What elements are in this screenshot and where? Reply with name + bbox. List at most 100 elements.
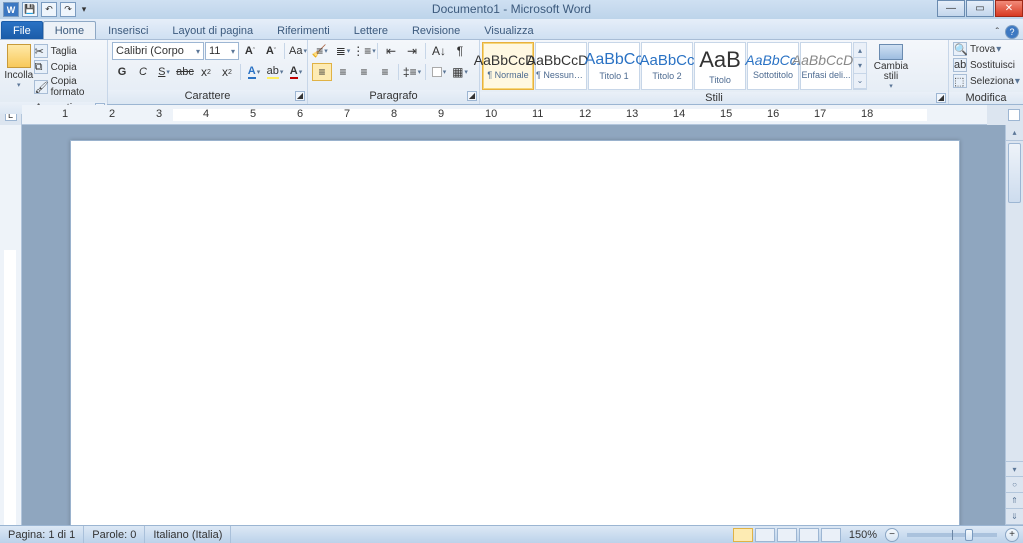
superscript-button[interactable]: x2 <box>217 63 237 81</box>
scissors-icon: ✂ <box>34 44 48 58</box>
sort-button[interactable]: A↓ <box>429 42 449 60</box>
style-titolo2[interactable]: AaBbCcTitolo 2 <box>641 42 693 90</box>
zoom-out-button[interactable]: − <box>885 528 899 542</box>
highlight-button[interactable]: ab▾ <box>265 63 285 81</box>
zoom-in-button[interactable]: + <box>1005 528 1019 542</box>
prev-page-icon[interactable]: ⇑ <box>1006 493 1023 509</box>
tab-inserisci[interactable]: Inserisci <box>96 21 160 39</box>
line-spacing-button[interactable]: ‡≡▾ <box>402 63 422 81</box>
ribbon-tabs: File Home Inserisci Layout di pagina Rif… <box>0 19 1023 39</box>
style-titolo1[interactable]: AaBbCcTitolo 1 <box>588 42 640 90</box>
minimize-ribbon-icon[interactable]: ˆ <box>996 27 999 38</box>
font-color-button[interactable]: A▾ <box>286 63 306 81</box>
bullets-button[interactable]: ≡▾ <box>312 42 332 60</box>
maximize-button[interactable]: ▭ <box>966 0 994 17</box>
strikethrough-button[interactable]: abc <box>175 63 195 81</box>
styles-gallery-scroll[interactable]: ▴▾⌄ <box>853 42 867 90</box>
tab-home[interactable]: Home <box>43 21 96 39</box>
view-full-screen-button[interactable] <box>755 528 775 542</box>
text-effects-button[interactable]: A▾ <box>244 63 264 81</box>
shading-button[interactable]: ▾ <box>429 63 449 81</box>
grow-font-button[interactable]: Aˆ <box>240 42 260 60</box>
replace-label: Sostituisci <box>970 60 1015 71</box>
document-viewport[interactable]: ▴ ▾ ○ ⇑ ⇓ <box>22 125 1023 525</box>
save-icon[interactable]: 💾 <box>22 2 38 17</box>
numbering-button[interactable]: ≣▾ <box>333 42 353 60</box>
subscript-button[interactable]: x2 <box>196 63 216 81</box>
style-titolo[interactable]: AaBTitolo <box>694 42 746 90</box>
ribbon-home: Incolla ▾ ✂Taglia ⧉Copia 🖌Copia formato … <box>0 39 1023 105</box>
underline-button[interactable]: S▾ <box>154 63 174 81</box>
group-editing: 🔍Trova▾ abSostituisci ⬚Seleziona▾ Modifi… <box>949 40 1023 104</box>
scroll-thumb[interactable] <box>1008 143 1021 203</box>
increase-indent-button[interactable]: ⇥ <box>402 42 422 60</box>
status-words[interactable]: Parole: 0 <box>84 526 145 543</box>
close-button[interactable]: ✕ <box>995 0 1023 17</box>
help-icon[interactable]: ? <box>1005 25 1019 39</box>
group-paragraph: ≡▾ ≣▾ ⋮≡▾ ⇤ ⇥ A↓ ¶ ≡ ≡ ≡ ≡ ‡≡▾ ▾ ▦▾ <box>308 40 480 104</box>
decrease-indent-button[interactable]: ⇤ <box>381 42 401 60</box>
font-size-combo[interactable]: 11▾ <box>205 42 239 60</box>
bold-button[interactable]: G <box>112 63 132 81</box>
shrink-font-button[interactable]: Aˇ <box>261 42 281 60</box>
group-label-paragraph: Paragrafo◢ <box>308 90 479 104</box>
replace-button[interactable]: abSostituisci <box>953 58 1015 72</box>
view-web-layout-button[interactable] <box>777 528 797 542</box>
tab-riferimenti[interactable]: Riferimenti <box>265 21 342 39</box>
borders-button[interactable]: ▦▾ <box>450 63 470 81</box>
scroll-up-icon[interactable]: ▴ <box>1006 125 1023 141</box>
brush-icon: 🖌 <box>34 80 48 94</box>
word-app-icon[interactable]: W <box>3 2 19 17</box>
align-center-button[interactable]: ≡ <box>333 63 353 81</box>
paragraph-dialog-launcher[interactable]: ◢ <box>467 91 477 101</box>
tab-lettere[interactable]: Lettere <box>342 21 400 39</box>
vertical-scrollbar[interactable]: ▴ ▾ ○ ⇑ ⇓ <box>1005 125 1023 525</box>
scroll-down-icon[interactable]: ▾ <box>1006 461 1023 477</box>
italic-button[interactable]: C <box>133 63 153 81</box>
undo-icon[interactable]: ↶ <box>41 2 57 17</box>
cut-button[interactable]: ✂Taglia <box>34 44 103 58</box>
tab-file[interactable]: File <box>1 21 43 39</box>
zoom-slider-handle[interactable] <box>965 529 973 541</box>
status-page[interactable]: Pagina: 1 di 1 <box>0 526 84 543</box>
style-nessuna[interactable]: AaBbCcDc¶ Nessuna... <box>535 42 587 90</box>
zoom-level[interactable]: 150% <box>849 529 877 541</box>
font-family-combo[interactable]: Calibri (Corpo▾ <box>112 42 204 60</box>
justify-button[interactable]: ≡ <box>375 63 395 81</box>
font-family-value: Calibri (Corpo <box>116 45 184 57</box>
qat-customize-icon[interactable]: ▾ <box>79 2 89 17</box>
view-draft-button[interactable] <box>821 528 841 542</box>
paste-button[interactable]: Incolla ▾ <box>4 42 34 90</box>
minimize-button[interactable]: — <box>937 0 965 17</box>
view-outline-button[interactable] <box>799 528 819 542</box>
align-left-button[interactable]: ≡ <box>312 63 332 81</box>
window-title: Documento1 - Microsoft Word <box>0 2 1023 16</box>
format-painter-button[interactable]: 🖌Copia formato <box>34 76 103 98</box>
vertical-ruler[interactable] <box>0 125 22 525</box>
font-dialog-launcher[interactable]: ◢ <box>295 91 305 101</box>
styles-dialog-launcher[interactable]: ◢ <box>936 93 946 103</box>
find-label: Trova <box>970 44 995 55</box>
tab-revisione[interactable]: Revisione <box>400 21 472 39</box>
tab-visualizza[interactable]: Visualizza <box>472 21 545 39</box>
find-icon: 🔍 <box>953 42 967 56</box>
ruler-toggle-button[interactable] <box>1005 105 1023 125</box>
view-print-layout-button[interactable] <box>733 528 753 542</box>
change-case-button[interactable]: Aa▾ <box>288 42 308 60</box>
change-styles-button[interactable]: Cambia stili ▾ <box>871 42 911 90</box>
horizontal-ruler[interactable]: 123456789101112131415161718 <box>22 105 987 125</box>
zoom-slider[interactable] <box>907 533 997 537</box>
style-enfasi[interactable]: AaBbCcDcEnfasi deli... <box>800 42 852 90</box>
show-marks-button[interactable]: ¶ <box>450 42 470 60</box>
browse-object-icon[interactable]: ○ <box>1006 477 1023 493</box>
next-page-icon[interactable]: ⇓ <box>1006 509 1023 525</box>
tab-layout[interactable]: Layout di pagina <box>160 21 265 39</box>
status-language[interactable]: Italiano (Italia) <box>145 526 231 543</box>
select-button[interactable]: ⬚Seleziona▾ <box>953 74 1020 88</box>
redo-icon[interactable]: ↷ <box>60 2 76 17</box>
find-button[interactable]: 🔍Trova▾ <box>953 42 1001 56</box>
page-1[interactable] <box>70 140 960 525</box>
align-right-button[interactable]: ≡ <box>354 63 374 81</box>
multilevel-list-button[interactable]: ⋮≡▾ <box>354 42 374 60</box>
copy-button[interactable]: ⧉Copia <box>34 60 103 74</box>
